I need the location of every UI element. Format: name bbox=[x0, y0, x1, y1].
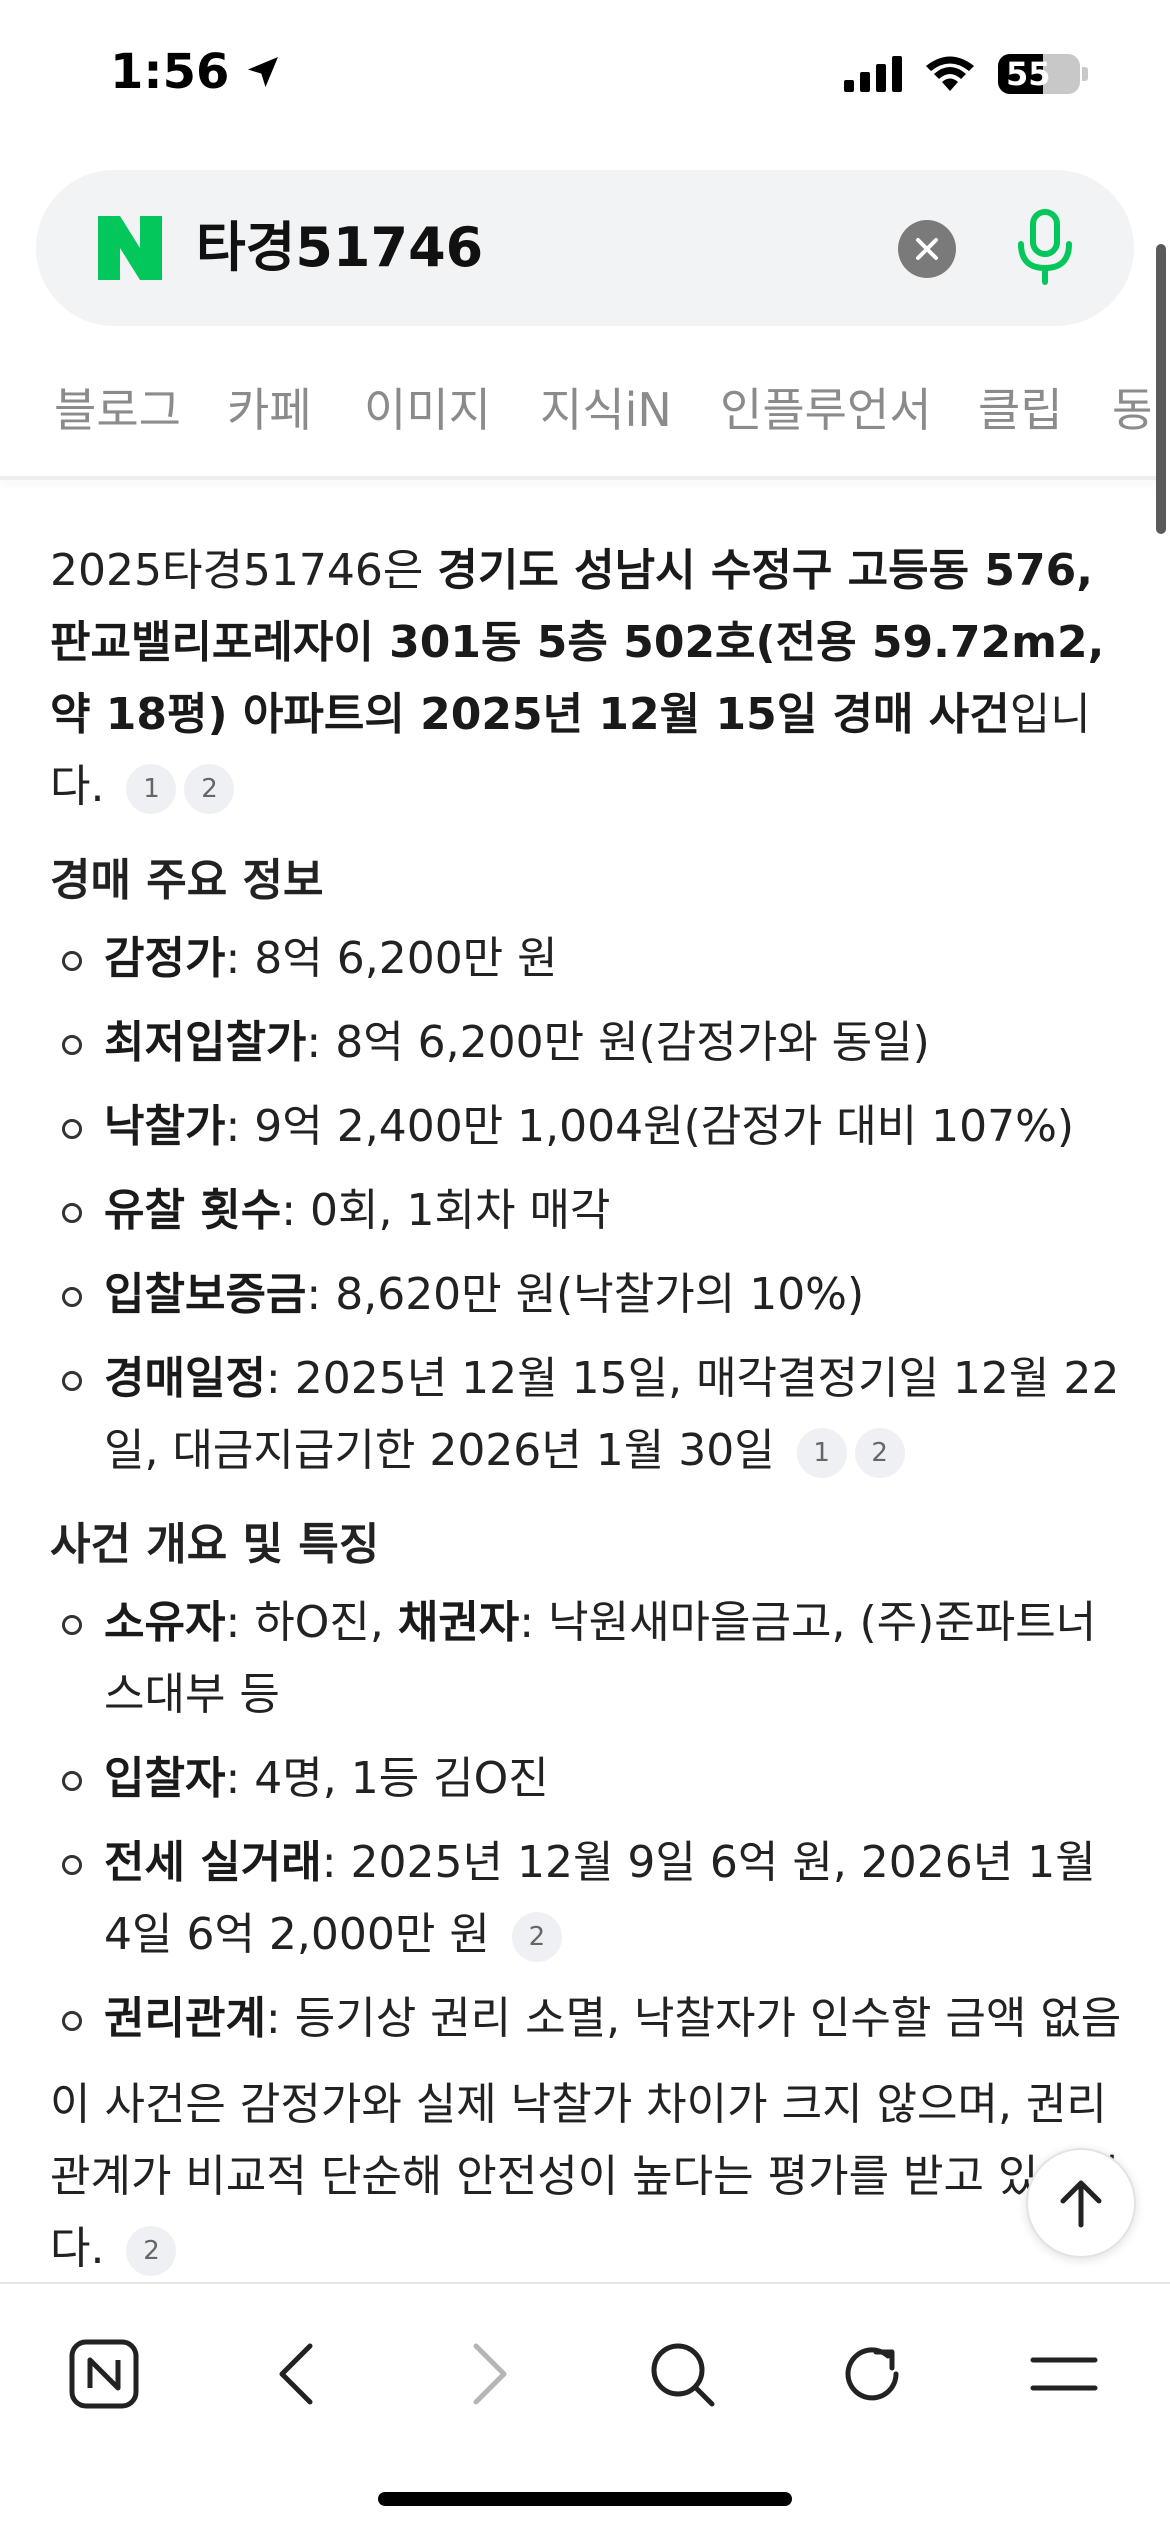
search-button[interactable] bbox=[632, 2324, 732, 2424]
item-label: 최저입찰가 bbox=[104, 1017, 307, 1068]
battery-level-text: 55 bbox=[1006, 55, 1051, 93]
arrow-up-icon bbox=[1060, 2180, 1102, 2228]
closing-paragraph: 이 사건은 감정가와 실제 낙찰가 차이가 크지 않으며, 권리관계가 비교적 … bbox=[50, 2069, 1130, 2285]
voice-search-button[interactable] bbox=[1002, 204, 1088, 290]
list-item: 경매일정: 2025년 12월 15일, 매각결정기일 12월 22일, 대금지… bbox=[50, 1343, 1130, 1487]
ai-answer-content: 2025타경51746은 경기도 성남시 수정구 고등동 576, 판교밸리포레… bbox=[50, 535, 1130, 2285]
rights-label: 권리관계 bbox=[104, 1993, 266, 2044]
summary-lead: 2025타경51746은 bbox=[50, 545, 438, 596]
chevron-right-icon bbox=[473, 2343, 507, 2405]
search-category-tabs: 블로그 카페 이미지 지식iN 인플루언서 클립 동영상 bbox=[0, 370, 1150, 450]
tab-knowledge-in[interactable]: 지식iN bbox=[540, 370, 672, 450]
bidder-label: 입찰자 bbox=[104, 1753, 226, 1804]
list-item: 전세 실거래: 2025년 12월 9일 6억 원, 2026년 1월 4일 6… bbox=[50, 1827, 1130, 1971]
item-label: 낙찰가 bbox=[104, 1101, 226, 1152]
battery-cap bbox=[1082, 67, 1088, 81]
tab-influencer[interactable]: 인플루언서 bbox=[720, 370, 932, 450]
bottom-navigation bbox=[0, 2282, 1170, 2532]
item-label: 입찰보증금 bbox=[104, 1269, 307, 1320]
list-item: 소유자: 하O진, 채권자: 낙원새마을금고, (주)준파트너스대부 등 bbox=[50, 1587, 1130, 1731]
section-title-key-info: 경매 주요 정보 bbox=[50, 855, 324, 906]
citation-badge[interactable]: 1 bbox=[126, 764, 177, 814]
search-icon bbox=[651, 2343, 715, 2407]
item-text: : 8억 6,200만 원(감정가와 동일) bbox=[306, 1017, 930, 1068]
summary-paragraph: 2025타경51746은 경기도 성남시 수정구 고등동 576, 판교밸리포레… bbox=[50, 535, 1130, 823]
home-button[interactable] bbox=[54, 2324, 154, 2424]
bidder-text: : 4명, 1등 김O진 bbox=[225, 1753, 549, 1804]
scroll-to-top-button[interactable] bbox=[1026, 2148, 1136, 2258]
list-item: 낙찰가: 9억 2,400만 1,004원(감정가 대비 107%) bbox=[50, 1091, 1130, 1163]
status-time-text: 1:56 bbox=[110, 44, 230, 100]
citation-badge[interactable]: 2 bbox=[854, 1428, 905, 1478]
section-title-overview: 사건 개요 및 특징 bbox=[50, 1519, 380, 1570]
menu-button[interactable] bbox=[1014, 2324, 1114, 2424]
overview-list: 소유자: 하O진, 채권자: 낙원새마을금고, (주)준파트너스대부 등 입찰자… bbox=[50, 1587, 1130, 2055]
citation-badge[interactable]: 2 bbox=[511, 1912, 562, 1962]
tab-blog[interactable]: 블로그 bbox=[54, 370, 181, 450]
closing-text: 이 사건은 감정가와 실제 낙찰가 차이가 크지 않으며, 권리관계가 비교적 … bbox=[50, 2079, 1120, 2274]
item-label: 유찰 횟수 bbox=[104, 1185, 282, 1236]
status-time: 1:56 bbox=[110, 44, 283, 100]
owner-text: : 하O진, bbox=[225, 1597, 398, 1648]
rights-text: : 등기상 권리 소멸, 낙찰자가 인수할 금액 없음 bbox=[265, 1993, 1122, 2044]
chevron-left-icon bbox=[279, 2343, 313, 2405]
tab-images[interactable]: 이미지 bbox=[364, 370, 491, 450]
list-item: 입찰보증금: 8,620만 원(낙찰가의 10%) bbox=[50, 1259, 1130, 1331]
owner-label: 소유자 bbox=[104, 1597, 226, 1648]
list-item: 감정가: 8억 6,200만 원 bbox=[50, 923, 1130, 995]
citation-badge[interactable]: 1 bbox=[796, 1428, 847, 1478]
rent-label: 전세 실거래 bbox=[104, 1837, 322, 1888]
naver-logo-icon[interactable] bbox=[94, 212, 166, 284]
list-item: 권리관계: 등기상 권리 소멸, 낙찰자가 인수할 금액 없음 bbox=[50, 1983, 1130, 2055]
naver-home-icon bbox=[69, 2339, 139, 2409]
item-text: : 8억 6,200만 원 bbox=[225, 933, 558, 984]
status-icons: 55 bbox=[844, 54, 1088, 94]
tab-clip[interactable]: 클립 bbox=[978, 370, 1063, 450]
status-bar: 1:56 55 bbox=[0, 0, 1170, 150]
creditor-label: 채권자 bbox=[397, 1597, 520, 1648]
tab-divider bbox=[0, 476, 1160, 480]
battery-icon: 55 bbox=[998, 54, 1088, 94]
key-info-list: 감정가: 8억 6,200만 원 최저입찰가: 8억 6,200만 원(감정가와… bbox=[50, 923, 1130, 1487]
citation-badge[interactable]: 2 bbox=[126, 2226, 177, 2276]
item-text: : 8,620만 원(낙찰가의 10%) bbox=[306, 1269, 865, 1320]
search-input[interactable]: 타경51746 bbox=[196, 210, 483, 286]
item-label: 감정가 bbox=[104, 933, 226, 984]
microphone-icon bbox=[1018, 209, 1072, 285]
close-icon bbox=[916, 238, 938, 260]
home-indicator bbox=[378, 2492, 792, 2506]
search-bar[interactable]: 타경51746 bbox=[36, 170, 1134, 326]
item-label: 경매일정 bbox=[104, 1353, 266, 1404]
battery-body: 55 bbox=[998, 54, 1080, 94]
scrollbar[interactable] bbox=[1156, 244, 1166, 534]
clear-search-button[interactable] bbox=[898, 220, 956, 278]
list-item: 유찰 횟수: 0회, 1회차 매각 bbox=[50, 1175, 1130, 1247]
wifi-icon bbox=[926, 56, 974, 91]
hamburger-menu-icon bbox=[1030, 2357, 1098, 2391]
item-text: : 0회, 1회차 매각 bbox=[281, 1185, 611, 1236]
list-item: 최저입찰가: 8억 6,200만 원(감정가와 동일) bbox=[50, 1007, 1130, 1079]
cellular-signal-icon bbox=[844, 56, 902, 92]
list-item: 입찰자: 4명, 1등 김O진 bbox=[50, 1743, 1130, 1815]
citation-badge[interactable]: 2 bbox=[184, 764, 235, 814]
refresh-button[interactable] bbox=[822, 2324, 922, 2424]
location-arrow-icon bbox=[248, 57, 279, 87]
tab-cafe[interactable]: 카페 bbox=[227, 370, 312, 450]
item-text: : 9억 2,400만 1,004원(감정가 대비 107%) bbox=[225, 1101, 1075, 1152]
forward-button[interactable] bbox=[440, 2324, 540, 2424]
refresh-icon bbox=[845, 2347, 899, 2401]
back-button[interactable] bbox=[246, 2324, 346, 2424]
tab-video[interactable]: 동영상 bbox=[1112, 370, 1150, 450]
